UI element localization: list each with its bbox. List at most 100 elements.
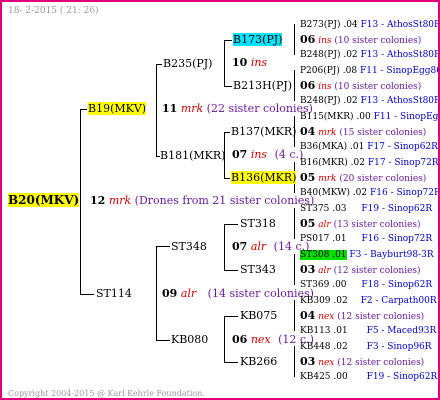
leaf-mark: mrk [318,128,337,138]
leaf-id: B40(MKW) .02 [300,188,368,198]
l2a-node: B235(PJ) [163,58,212,70]
leaf-parent: B40(MKW) .02 F16 - Sinop72R [300,187,440,199]
leaf-id: B36(MKA) .01 [300,142,365,152]
l3-node: KB266 [240,356,277,368]
l1b-node: ST114 [96,288,132,300]
l3-node: ST318 [240,218,276,230]
l1a-node: B19(MKV) [88,102,147,115]
connector [224,362,238,363]
leaf-id: KB113 .01 [300,326,348,336]
leaf-parent: ST308 .01 F3 - Bayburt98-3R [300,249,434,261]
connector [80,109,81,295]
root-name: B20(MKV) [8,193,80,207]
l3-name: ST318 [240,217,276,230]
leaf-id: ST375 .03 [300,204,347,214]
leaf-drone-line: 06 ins (10 sister colonies) [300,34,421,47]
connector [294,208,295,239]
l2a-mark: ins [250,56,268,69]
leaf-parent: KB113 .01 F5 - Maced93R [300,325,436,337]
leaf-id: KB448 .02 [300,342,348,352]
connector [294,24,295,55]
leaf-num: 06 [300,33,316,46]
leaf-note: (10 sister colonies) [334,82,422,92]
connector [224,86,232,87]
leaf-id: KB425 .00 [300,372,348,382]
l2d-num: 06 [232,333,248,346]
leaf-drone-line: 06 ins (10 sister colonies) [300,80,421,93]
leaf-note: (10 sister colonies) [334,36,422,46]
leaf-id: ST308 .01 [300,250,347,260]
leaf-parent: B36(MKA) .01 F17 - Sinop62R [300,141,438,153]
leaf-drone-line: 05 mrk (20 sister colonies) [300,172,426,185]
l2b-name: B181(MKR) [160,149,226,162]
leaf-mark: mrk [318,174,337,184]
l3-node: B137(MKR) [231,126,296,138]
leaf-note: (12 sister colonies) [337,358,425,368]
leaf-origin: F2 - Carpath00R [360,296,437,306]
l2c-mark: alr [250,240,267,253]
connector [224,40,232,41]
leaf-origin: F18 - Sinop62R [361,280,433,290]
connector [224,316,238,317]
connector [224,132,230,133]
connector [224,178,230,179]
leaf-origin: F3 - Sinop96R [366,342,432,352]
connector [224,270,238,271]
root-node: B20(MKV) [8,193,80,207]
leaf-id: B273(PJ) .04 [300,20,358,30]
leaf-parent: B248(PJ) .02 F13 - AthosSt80R [300,49,440,61]
l2c-drone-line: 07 alr (14 c.) [232,241,309,253]
leaf-id: B16(MKR) .02 [300,158,365,168]
leaf-origin: F13 - AthosSt80R [360,50,440,60]
root-num: 12 [90,194,106,207]
root-mark: mrk [108,194,132,207]
l3-name: ST343 [240,263,276,276]
l1a-drone-line: 11 mrk (22 sister colonies) [162,103,313,115]
l1b-note: (14 sister colonies) [207,287,314,300]
leaf-mark: ins [318,36,332,46]
connector [156,246,170,247]
connector [156,64,162,65]
leaf-note: (15 sister colonies) [339,128,427,138]
leaf-parent: KB309 .02 F2 - Carpath00R [300,295,437,307]
leaf-origin: F13 - AthosSt80R [360,96,440,106]
l2b-num: 07 [232,148,248,161]
leaf-note: (12 sister colonies) [333,266,421,276]
leaf-mark: nex [318,312,335,322]
l1b-mark: alr [180,287,197,300]
leaf-parent: KB425 .00 F19 - Sinop62R [300,371,437,383]
l3-name: KB266 [240,355,278,368]
root-drone-line: 12 mrk (Drones from 21 sister colonies) [90,195,314,207]
leaf-note: (12 sister colonies) [337,312,425,322]
leaf-num: 05 [300,171,316,184]
leaf-id: KB309 .02 [300,296,348,306]
l2c-name: ST348 [171,240,207,253]
l2d-node: KB080 [171,334,208,346]
leaf-note: (13 sister colonies) [333,220,421,230]
leaf-origin: F16 - Sinop72R [370,188,440,198]
l2b-mark: ins [250,148,268,161]
l3-node: KB075 [240,310,277,322]
leaf-origin: F5 - Maced93R [366,326,437,336]
leaf-origin: F11 - SinopEgg86R [359,66,440,76]
l2b-drone-line: 07 ins (4 c.) [232,149,303,161]
l1a-note: (22 sister colonies) [206,102,313,115]
pedigree-frame: 18- 2-2015 ( 21: 26) B20(MKV) 12 mrk (Dr… [0,0,440,400]
leaf-id: P206(PJ) .08 [300,66,358,76]
l3-name: B173(PJ) [233,33,283,46]
leaf-origin: F16 - Sinop72R [361,234,433,244]
connector [156,340,170,341]
leaf-num: 05 [300,217,316,230]
l2c-node: ST348 [171,241,207,253]
copyright: Copyright 2004-2015 @ Karl Kehrle Founda… [8,389,205,398]
leaf-origin: F17 - Sinop62R [367,142,438,152]
leaf-num: 03 [300,263,316,276]
header-date: 18- 2-2015 ( 21: 26) [8,6,99,16]
l3-node: ST343 [240,264,276,276]
leaf-drone-line: 03 alr (12 sister colonies) [300,264,421,277]
leaf-origin: F13 - AthosSt80R [360,20,440,30]
l3-name: B137(MKR) [231,125,297,138]
l1b-num: 09 [162,287,178,300]
leaf-id: ST369 .00 [300,280,347,290]
root-note: (Drones from 21 sister colonies) [134,194,315,207]
